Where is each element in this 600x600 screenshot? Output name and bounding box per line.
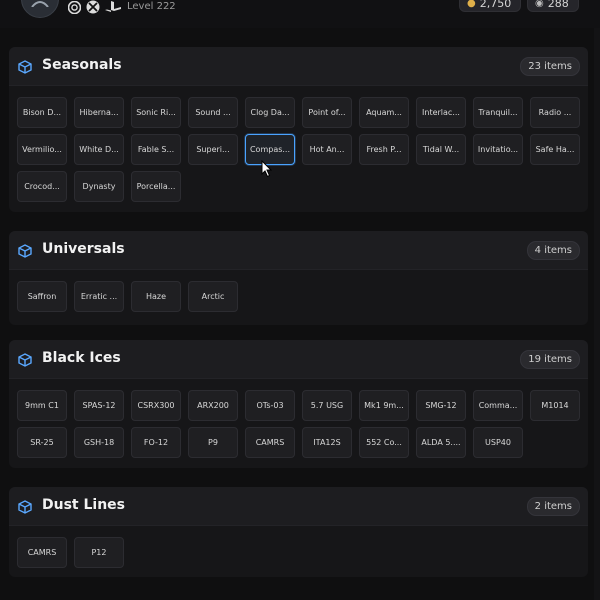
cube-icon (18, 499, 32, 518)
skin-item[interactable]: SR-25 (17, 427, 67, 458)
skin-item[interactable]: Crocod... (17, 171, 67, 202)
skin-item[interactable]: 9mm C1 (17, 390, 67, 421)
coin-balance-value: 2,750 (479, 0, 512, 10)
skin-item[interactable]: Arctic (188, 281, 238, 312)
section-2: Black Ices 19 items 9mm C1 SPAS-12 CSRX300 AR… (9, 340, 588, 468)
skin-item[interactable]: Sonic Ri... (131, 97, 181, 128)
skin-item[interactable]: White D... (74, 134, 124, 165)
skin-item[interactable]: Sound ... (188, 97, 238, 128)
skin-item[interactable]: SMG-12 (416, 390, 466, 421)
item-count-badge: 19 items (520, 350, 580, 369)
coin-balance[interactable]: ● 2,750 (459, 0, 521, 12)
scrollbar[interactable] (594, 28, 600, 600)
section-header[interactable]: Universals 4 items (9, 231, 588, 270)
item-count-badge: 4 items (526, 241, 580, 260)
skin-item[interactable]: Hot An... (302, 134, 352, 165)
cube-icon (18, 243, 32, 262)
skin-item[interactable]: M1014 (530, 390, 580, 421)
skin-item[interactable]: Tidal W... (416, 134, 466, 165)
section-header[interactable]: Dust Lines 2 items (9, 487, 588, 526)
skin-item[interactable]: ITA12S (302, 427, 352, 458)
coin-icon: ● (467, 0, 476, 9)
skin-item[interactable]: Superi... (188, 134, 238, 165)
skin-item[interactable]: ALDA 5.... (416, 427, 466, 458)
top-bar: Level 222 ● 2,750 ◉ 288 (0, 0, 600, 28)
section-1: Universals 4 items Saffron Erratic ... Haze A… (9, 231, 588, 325)
skin-item[interactable]: P9 (188, 427, 238, 458)
section-title: Dust Lines (42, 497, 126, 513)
ubisoft-icon (68, 0, 81, 14)
skin-item[interactable]: Comma... (473, 390, 523, 421)
player-level: Level 222 (127, 1, 176, 12)
skin-item[interactable]: ARX200 (188, 390, 238, 421)
skin-item[interactable]: OTs-03 (245, 390, 295, 421)
skin-item[interactable]: CAMRS (17, 537, 67, 568)
skin-item[interactable]: 5.7 USG (302, 390, 352, 421)
skin-item[interactable]: CSRX300 (131, 390, 181, 421)
skin-item[interactable]: USP40 (473, 427, 523, 458)
skin-item[interactable]: Interlac... (416, 97, 466, 128)
skin-item[interactable]: Hiberna... (74, 97, 124, 128)
avatar[interactable] (21, 0, 59, 18)
section-3: Dust Lines 2 items CAMRS P12 (9, 487, 588, 577)
skin-item[interactable]: 552 Co... (359, 427, 409, 458)
section-title: Black Ices (42, 350, 121, 366)
skin-item[interactable]: Vermilio... (17, 134, 67, 165)
skin-item[interactable]: Safe Ha... (530, 134, 580, 165)
token-balance-value: 288 (547, 0, 569, 10)
section-title: Universals (42, 241, 125, 257)
xbox-icon (86, 0, 100, 14)
skin-item[interactable]: Tranquil... (473, 97, 523, 128)
section-header[interactable]: Black Ices 19 items (9, 340, 588, 379)
skin-item[interactable]: Invitatio... (473, 134, 523, 165)
skin-item[interactable]: Saffron (17, 281, 67, 312)
cube-icon (18, 59, 32, 78)
item-count-badge: 2 items (526, 497, 580, 516)
skin-item[interactable]: Haze (131, 281, 181, 312)
playstation-icon (105, 0, 121, 14)
skin-item[interactable]: Porcella... (131, 171, 181, 202)
skin-item[interactable]: Radio ... (530, 97, 580, 128)
skin-item[interactable]: CAMRS (245, 427, 295, 458)
skin-item[interactable]: Point of... (302, 97, 352, 128)
skin-item[interactable]: SPAS-12 (74, 390, 124, 421)
skin-item[interactable]: Mk1 9m... (359, 390, 409, 421)
cube-icon (18, 352, 32, 371)
skin-item[interactable]: P12 (74, 537, 124, 568)
user-icon (31, 1, 49, 7)
skin-item[interactable]: GSH-18 (74, 427, 124, 458)
skin-item[interactable]: Bison D... (17, 97, 67, 128)
item-count-badge: 23 items (520, 57, 580, 76)
token-icon: ◉ (535, 0, 544, 9)
skin-item[interactable]: Fresh P... (359, 134, 409, 165)
section-title: Seasonals (42, 57, 122, 73)
mouse-cursor-icon (261, 160, 273, 178)
section-0: Seasonals 23 items Bison D... Hiberna... Son… (9, 47, 588, 212)
skin-item[interactable]: FO-12 (131, 427, 181, 458)
skin-item[interactable]: Erratic ... (74, 281, 124, 312)
skin-item[interactable]: Aquam... (359, 97, 409, 128)
token-balance[interactable]: ◉ 288 (527, 0, 579, 12)
skin-item[interactable]: Fable S... (131, 134, 181, 165)
skin-item[interactable]: Clog Da... (245, 97, 295, 128)
skin-item[interactable]: Dynasty (74, 171, 124, 202)
section-header[interactable]: Seasonals 23 items (9, 47, 588, 86)
